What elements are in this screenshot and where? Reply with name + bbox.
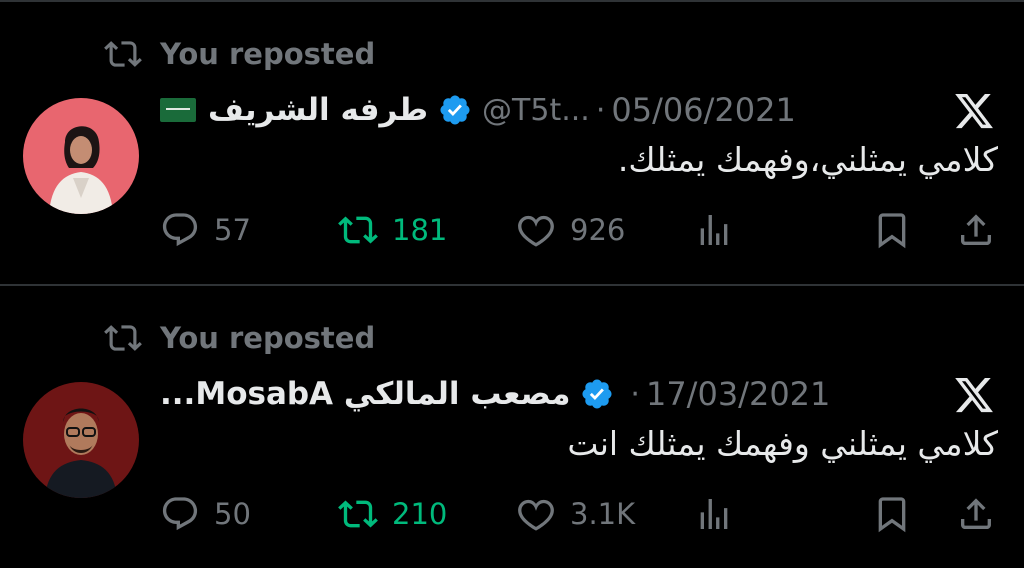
- flag-emoji: [160, 98, 196, 122]
- separator: ·: [595, 92, 606, 128]
- repost-label: You reposted: [160, 321, 376, 355]
- views-icon: [700, 499, 728, 529]
- author-name[interactable]: مصعب المالكي MosabA...: [160, 376, 570, 412]
- share-button[interactable]: [956, 484, 1010, 544]
- reply-button[interactable]: 50: [160, 484, 251, 544]
- repost-icon: [338, 216, 378, 244]
- reply-count: 50: [214, 497, 251, 531]
- bookmark-button[interactable]: [872, 200, 926, 260]
- like-button[interactable]: 3.1K: [516, 484, 635, 544]
- tweet-header: طرفه الشريف @T5t... · 05/06/2021: [160, 86, 850, 134]
- verified-badge-icon: [440, 95, 470, 125]
- repost-button[interactable]: 210: [338, 484, 447, 544]
- repost-icon: [338, 500, 378, 528]
- like-icon: [518, 499, 554, 531]
- bookmark-icon: [878, 497, 906, 533]
- like-button[interactable]: 926: [516, 200, 625, 260]
- repost-context: You reposted: [104, 320, 375, 356]
- share-icon: [961, 214, 991, 245]
- like-icon: [518, 215, 554, 247]
- like-count: 926: [570, 213, 626, 247]
- views-icon: [700, 215, 728, 245]
- repost-count: 210: [392, 497, 448, 531]
- reply-button[interactable]: 57: [160, 200, 251, 260]
- x-logo-icon: [955, 93, 993, 129]
- x-logo-icon: [955, 377, 993, 413]
- separator: ·: [630, 376, 640, 412]
- reply-icon: [162, 213, 198, 247]
- tweet-header: مصعب المالكي MosabA... · 17/03/2021: [160, 370, 850, 418]
- repost-count: 181: [392, 213, 448, 247]
- share-icon: [961, 498, 991, 529]
- verified-badge-icon: [582, 379, 612, 409]
- action-bar: 50 210 3.1K: [0, 484, 1024, 544]
- tweet-text: كلامي يمثلني،وفهمك يمثلك.: [617, 140, 998, 179]
- action-bar: 57 181 926: [0, 200, 1024, 260]
- tweet-date[interactable]: 05/06/2021: [611, 91, 795, 129]
- repost-context: You reposted: [104, 36, 375, 72]
- repost-icon: [104, 325, 142, 351]
- tweet-card[interactable]: You reposted مصعب المالكي MosabA... · 17…: [0, 284, 1024, 568]
- like-count: 3.1K: [570, 497, 636, 531]
- avatar[interactable]: [23, 382, 139, 498]
- tweet-card[interactable]: You reposted طرفه الشريف @T5t... · 05/06…: [0, 0, 1024, 284]
- reply-count: 57: [214, 213, 251, 247]
- repost-label: You reposted: [160, 37, 376, 71]
- avatar[interactable]: [23, 98, 139, 214]
- reply-icon: [162, 497, 198, 531]
- bookmark-icon: [878, 213, 906, 249]
- tweet-date[interactable]: 17/03/2021: [646, 375, 830, 413]
- tweet-text: كلامي يمثلني وفهمك يمثلك انت: [567, 424, 998, 463]
- views-button[interactable]: [694, 484, 748, 544]
- bookmark-button[interactable]: [872, 484, 926, 544]
- author-name[interactable]: طرفه الشريف: [208, 92, 428, 128]
- repost-button[interactable]: 181: [338, 200, 447, 260]
- share-button[interactable]: [956, 200, 1010, 260]
- views-button[interactable]: [694, 200, 748, 260]
- repost-icon: [104, 41, 142, 67]
- author-handle[interactable]: @T5t...: [482, 93, 590, 128]
